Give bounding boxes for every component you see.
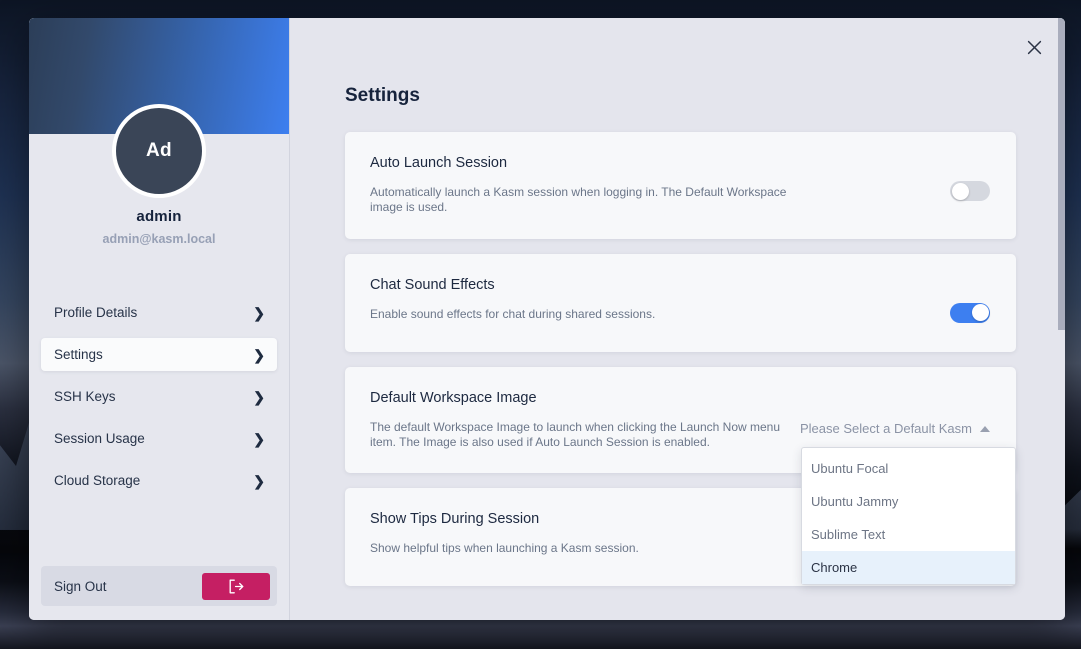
card-title: Chat Sound Effects bbox=[370, 276, 495, 293]
card-description: Automatically launch a Kasm session when… bbox=[370, 185, 787, 215]
avatar-initials: Ad bbox=[146, 140, 172, 161]
sign-out-button[interactable] bbox=[202, 572, 270, 600]
card-description: Show helpful tips when launching a Kasm … bbox=[370, 541, 639, 556]
card-default-workspace-image: Default Workspace Image The default Work… bbox=[345, 366, 1016, 585]
dropdown-option-label: Chrome bbox=[811, 559, 858, 575]
sidebar-item-ssh-keys[interactable]: SSH Keys ❯ bbox=[41, 380, 277, 413]
auto-launch-session-toggle[interactable] bbox=[950, 181, 990, 201]
dropdown-option-label: Ubuntu Focal bbox=[811, 460, 889, 476]
scrollbar-thumb[interactable] bbox=[1058, 18, 1065, 330]
profile-sidebar: Ad admin admin@kasm.local Profile Detail… bbox=[29, 18, 290, 620]
identity-block: admin admin@kasm.local bbox=[29, 208, 289, 246]
sign-out-row: Sign Out bbox=[41, 566, 277, 606]
card-description: Enable sound effects for chat during sha… bbox=[370, 306, 656, 321]
sidebar-item-label: SSH Keys bbox=[54, 389, 116, 404]
chevron-right-icon: ❯ bbox=[253, 472, 265, 489]
dropdown-option-label: Sublime Text bbox=[811, 526, 886, 542]
card-title: Auto Launch Session bbox=[370, 155, 508, 171]
sidebar-item-settings[interactable]: Settings ❯ bbox=[41, 338, 277, 371]
select-placeholder: Please Select a Default Kasm bbox=[800, 421, 972, 437]
card-control: Please Select a Default Kasm Ubuntu Foca… bbox=[800, 390, 1016, 585]
chat-sound-effects-toggle[interactable] bbox=[950, 302, 990, 323]
dropdown-option-ubuntu-jammy[interactable]: Ubuntu Jammy bbox=[802, 485, 1015, 518]
toggle-knob bbox=[951, 182, 969, 200]
close-icon bbox=[1027, 40, 1041, 54]
sidebar-item-cloud-storage[interactable]: Cloud Storage ❯ bbox=[41, 464, 277, 497]
chevron-right-icon: ❯ bbox=[253, 304, 265, 321]
sidebar-item-label: Session Usage bbox=[54, 431, 145, 446]
card-text: Show Tips During Session Show helpful ti… bbox=[370, 511, 639, 556]
sidebar-item-session-usage[interactable]: Session Usage ❯ bbox=[41, 422, 277, 455]
card-text: Auto Launch Session Automatically launch… bbox=[370, 155, 800, 216]
default-workspace-dropdown: Ubuntu Focal Ubuntu Jammy Sublime Text C… bbox=[801, 446, 1016, 585]
card-description: The default Workspace Image to launch wh… bbox=[370, 419, 781, 450]
card-text: Chat Sound Effects Enable sound effects … bbox=[370, 277, 655, 322]
email-label: admin@kasm.local bbox=[102, 232, 216, 246]
sidebar-nav: Profile Details ❯ Settings ❯ SSH Keys ❯ … bbox=[29, 296, 289, 566]
sign-out-icon bbox=[229, 579, 243, 593]
card-text: Default Workspace Image The default Work… bbox=[370, 390, 800, 451]
toggle-knob bbox=[971, 304, 989, 322]
card-auto-launch-session: Auto Launch Session Automatically launch… bbox=[345, 132, 1016, 239]
page-title: Settings bbox=[345, 85, 420, 106]
sign-out-label: Sign Out bbox=[54, 578, 107, 594]
sidebar-item-profile-details[interactable]: Profile Details ❯ bbox=[41, 296, 277, 329]
caret-up-icon bbox=[980, 425, 990, 432]
default-workspace-select-wrap: Please Select a Default Kasm Ubuntu Foca… bbox=[800, 416, 1016, 585]
chevron-right-icon: ❯ bbox=[253, 346, 265, 363]
dropdown-option-ubuntu-focal[interactable]: Ubuntu Focal bbox=[802, 452, 1015, 485]
settings-card-list: Auto Launch Session Automatically launch… bbox=[345, 132, 1016, 601]
card-title: Default Workspace Image bbox=[370, 389, 537, 406]
card-control bbox=[950, 277, 990, 323]
settings-modal: Ad admin admin@kasm.local Profile Detail… bbox=[29, 18, 1065, 620]
sidebar-item-label: Cloud Storage bbox=[54, 473, 141, 488]
close-button[interactable] bbox=[1021, 34, 1047, 60]
chevron-right-icon: ❯ bbox=[253, 430, 265, 447]
card-title: Show Tips During Session bbox=[370, 511, 540, 528]
dropdown-option-chrome[interactable]: Chrome bbox=[802, 550, 1015, 584]
settings-main-panel: Settings Auto Launch Session Automatical… bbox=[290, 18, 1065, 620]
avatar: Ad bbox=[112, 104, 206, 198]
sidebar-item-label: Settings bbox=[54, 347, 103, 362]
modal-scrollbar[interactable] bbox=[1058, 18, 1065, 620]
username-label: admin bbox=[136, 208, 182, 225]
card-control bbox=[950, 155, 990, 201]
dropdown-option-label: Ubuntu Jammy bbox=[811, 493, 899, 509]
card-chat-sound-effects: Chat Sound Effects Enable sound effects … bbox=[345, 253, 1016, 352]
desktop-wallpaper: Ad admin admin@kasm.local Profile Detail… bbox=[0, 0, 1081, 649]
chevron-right-icon: ❯ bbox=[253, 388, 265, 405]
sidebar-item-label: Profile Details bbox=[54, 305, 138, 320]
default-workspace-select[interactable]: Please Select a Default Kasm bbox=[800, 416, 990, 442]
dropdown-option-sublime-text[interactable]: Sublime Text bbox=[802, 518, 1015, 551]
